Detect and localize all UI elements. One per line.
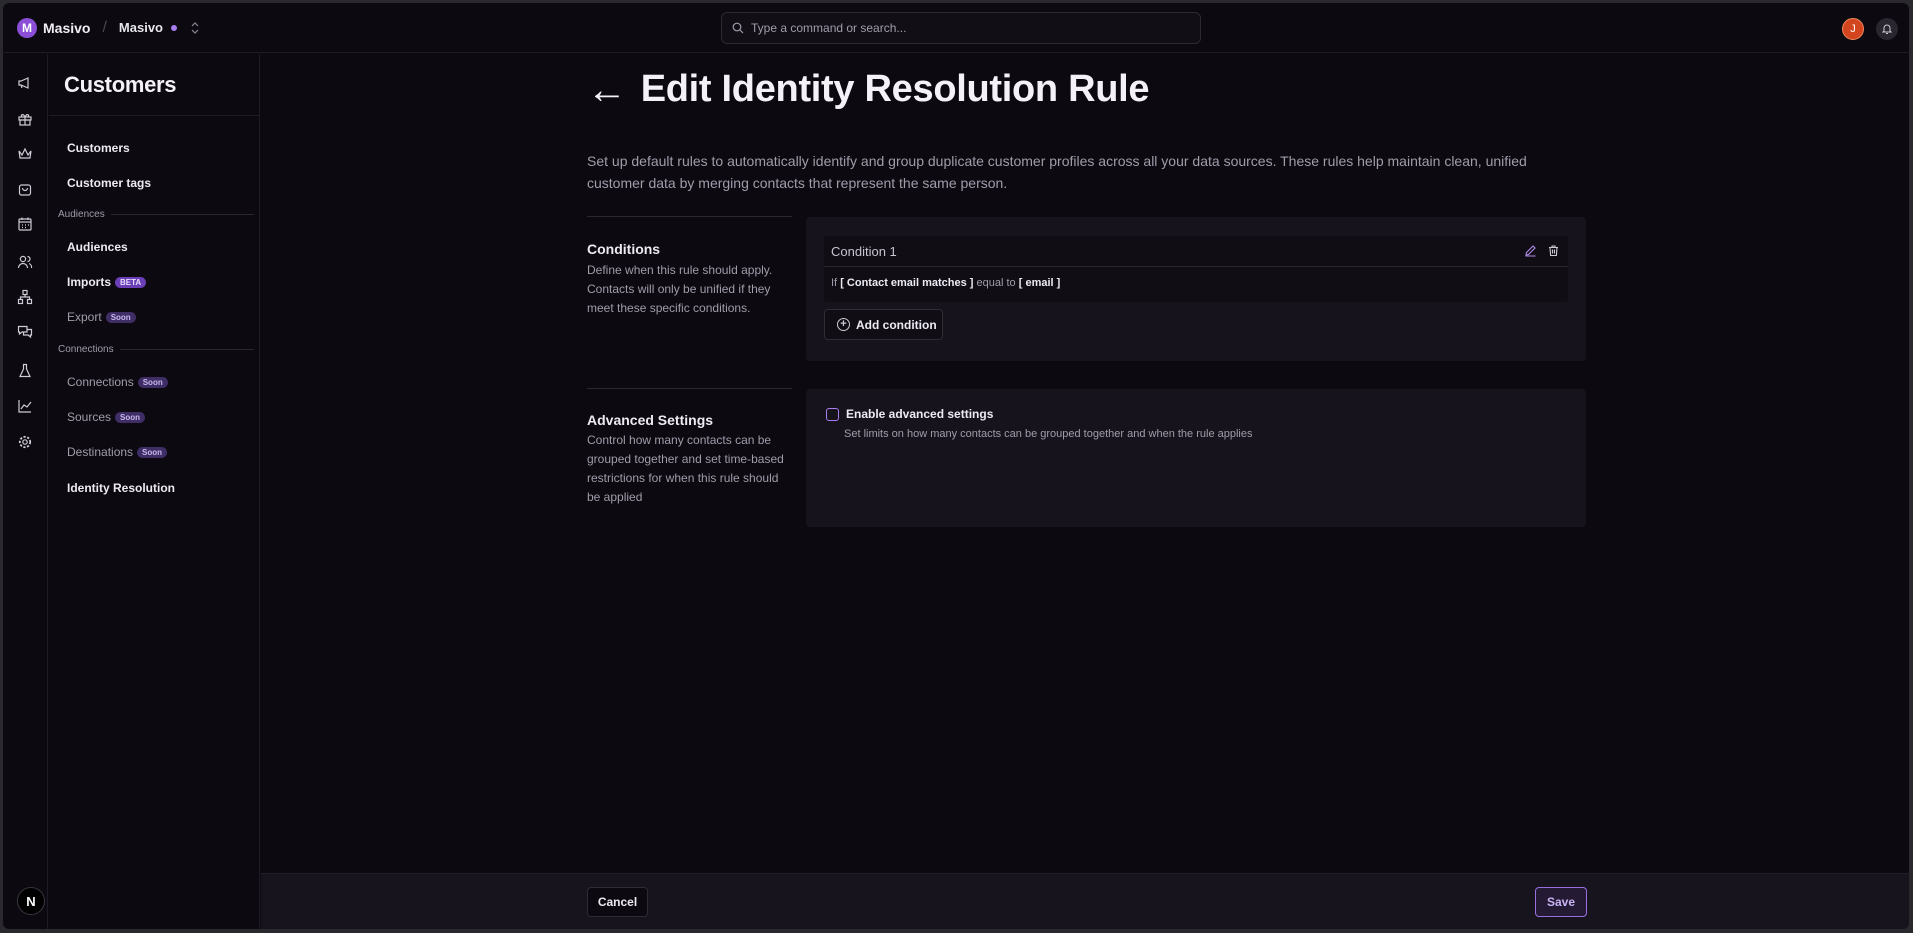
- divider: [587, 216, 792, 217]
- advanced-settings-title: Advanced Settings: [587, 412, 714, 428]
- command-search[interactable]: [721, 12, 1201, 44]
- advanced-settings-checkbox[interactable]: [826, 407, 839, 421]
- sidebar-item-connections[interactable]: Connections Soon: [67, 375, 168, 389]
- megaphone-icon[interactable]: [16, 74, 34, 92]
- breadcrumb-separator: /: [102, 18, 107, 36]
- sidebar-item-label: Customer tags: [67, 176, 152, 190]
- condition-header: Condition 1: [824, 236, 1568, 267]
- rule-value[interactable]: [ email ]: [1019, 277, 1061, 289]
- condition-actions: [1524, 244, 1560, 260]
- sidebar-item-sources[interactable]: Sources Soon: [67, 410, 146, 424]
- brand-name: Masivo: [43, 19, 91, 36]
- sidebar-item-audiences[interactable]: Audiences: [67, 240, 128, 254]
- add-condition-label: Add condition: [856, 317, 937, 332]
- chat-icon[interactable]: [16, 323, 34, 341]
- network-icon[interactable]: [16, 288, 34, 306]
- page-title: ← Edit Identity Resolution Rule: [587, 68, 1150, 111]
- divider: [587, 388, 792, 389]
- condition-card: Condition 1 If [ Contact email matches ]…: [824, 236, 1568, 302]
- main-content: ← Edit Identity Resolution Rule Set up d…: [261, 54, 1909, 929]
- sidebar-item-customers[interactable]: Customers: [67, 141, 130, 155]
- conditions-description: Define when this rule should apply. Cont…: [587, 263, 773, 315]
- conditions-title: Conditions: [587, 241, 661, 257]
- plus-circle-icon: +: [837, 318, 850, 331]
- calendar-icon[interactable]: [16, 215, 34, 233]
- beta-badge: BETA: [115, 276, 147, 288]
- section-label-connections: Connections: [58, 344, 254, 355]
- gear-icon[interactable]: [16, 433, 34, 451]
- enable-advanced-settings[interactable]: Enable advanced settings: [826, 407, 993, 421]
- soon-badge: Soon: [137, 446, 168, 458]
- sidebar-item-label: Customers: [67, 141, 130, 155]
- checkbox-help-text: Set limits on how many contacts can be g…: [844, 428, 1253, 440]
- page-title-text: Edit Identity Resolution Rule: [640, 68, 1150, 110]
- sidebar-item-identity-resolution[interactable]: Identity Resolution: [67, 481, 175, 495]
- condition-rule: If [ Contact email matches ] equal to [ …: [824, 267, 1568, 289]
- bell-icon[interactable]: [1876, 18, 1898, 40]
- soon-badge: Soon: [137, 376, 168, 388]
- brand-logo: M: [17, 17, 37, 38]
- soon-badge: Soon: [105, 311, 136, 323]
- footer-bar: Cancel Save: [261, 873, 1909, 929]
- condition-title: Condition 1: [831, 243, 897, 259]
- sidebar-item-label: Export: [67, 310, 102, 324]
- crown-icon[interactable]: [16, 145, 34, 163]
- sidebar-item-label: Audiences: [67, 240, 128, 254]
- cancel-button[interactable]: Cancel: [587, 887, 648, 917]
- trash-icon[interactable]: [1547, 244, 1560, 260]
- gift-icon[interactable]: [16, 110, 34, 128]
- page-description: Set up default rules to automatically id…: [587, 153, 1527, 191]
- top-bar: M Masivo / Masivo J: [3, 3, 1909, 53]
- sidebar-item-destinations[interactable]: Destinations Soon: [67, 445, 168, 459]
- org-switcher[interactable]: Masivo: [119, 20, 199, 35]
- icon-rail: N: [3, 54, 48, 929]
- sidebar: Customers Customers Customer tags Audien…: [49, 54, 260, 929]
- app-window: M Masivo / Masivo J: [3, 3, 1909, 929]
- org-status-dot: [171, 24, 177, 31]
- conditions-panel: Condition 1 If [ Contact email matches ]…: [806, 217, 1586, 361]
- sidebar-item-label: Destinations: [67, 445, 134, 459]
- sidebar-item-customer-tags[interactable]: Customer tags: [67, 176, 151, 190]
- org-name: Masivo: [118, 20, 163, 35]
- advanced-settings-panel: Enable advanced settings Set limits on h…: [806, 389, 1586, 527]
- bag-icon[interactable]: [16, 180, 34, 198]
- chart-icon[interactable]: [16, 397, 34, 415]
- divider: [49, 115, 260, 116]
- section-label-audiences: Audiences: [58, 209, 254, 220]
- back-arrow-icon[interactable]: ←: [587, 70, 627, 110]
- flask-icon[interactable]: [16, 362, 34, 380]
- rule-if: If: [831, 277, 838, 289]
- search-icon: [732, 22, 744, 34]
- sidebar-item-label: Identity Resolution: [67, 481, 175, 495]
- sidebar-item-label: Connections: [67, 375, 134, 389]
- sidebar-item-export[interactable]: Export Soon: [67, 310, 136, 324]
- sidebar-title: Customers: [64, 72, 177, 97]
- avatar[interactable]: J: [1842, 18, 1864, 40]
- sidebar-item-imports[interactable]: Imports BETA: [67, 275, 147, 289]
- rule-operator: equal to: [976, 277, 1016, 289]
- soon-badge: Soon: [115, 411, 146, 423]
- brand[interactable]: M Masivo: [17, 17, 91, 38]
- users-icon[interactable]: [16, 253, 34, 271]
- edit-icon[interactable]: [1524, 244, 1537, 260]
- bottom-badge[interactable]: N: [17, 887, 45, 915]
- add-condition-button[interactable]: + Add condition: [824, 309, 943, 340]
- rule-field[interactable]: [ Contact email matches ]: [840, 277, 973, 289]
- checkbox-label: Enable advanced settings: [846, 407, 994, 421]
- chevron-updown-icon[interactable]: [191, 21, 199, 34]
- advanced-settings-description: Control how many contacts can be grouped…: [587, 433, 784, 504]
- save-button[interactable]: Save: [1535, 887, 1587, 917]
- sidebar-item-label: Imports: [67, 275, 112, 289]
- sidebar-item-label: Sources: [67, 410, 112, 424]
- search-input[interactable]: [751, 21, 1171, 35]
